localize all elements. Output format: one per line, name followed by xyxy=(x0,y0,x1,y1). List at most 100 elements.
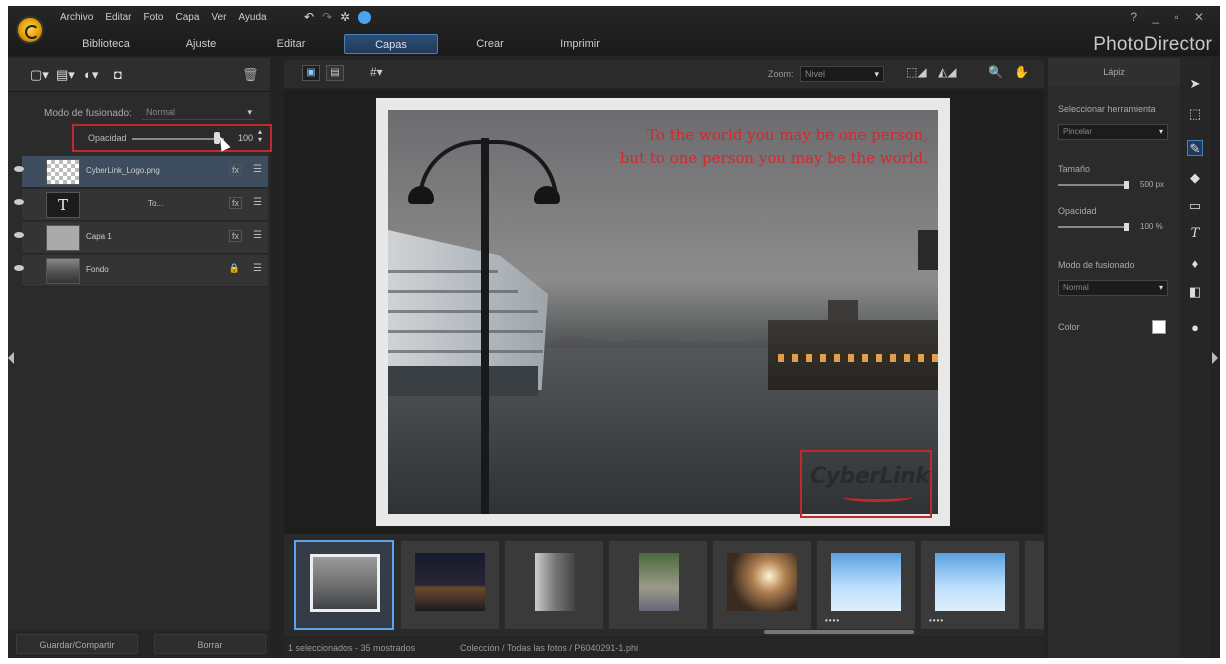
flip-icon[interactable]: ◭◢ xyxy=(938,65,956,79)
menu-capa[interactable]: Capa xyxy=(176,12,200,23)
editing-canvas[interactable]: To the world you may be one person, but … xyxy=(284,90,1044,534)
save-share-button[interactable]: Guardar/Compartir xyxy=(16,634,138,654)
menu-ayuda[interactable]: Ayuda xyxy=(238,12,266,23)
tab-crear[interactable]: Crear xyxy=(468,34,512,54)
menu-archivo[interactable]: Archivo xyxy=(60,12,93,23)
thumb-image xyxy=(639,553,679,611)
layer-options-icon[interactable]: ☰ xyxy=(253,230,262,241)
size-slider-handle[interactable] xyxy=(1124,181,1129,189)
app-logo-icon[interactable] xyxy=(16,16,44,44)
opacity-slider[interactable] xyxy=(1058,226,1128,228)
filmstrip-thumb[interactable] xyxy=(712,540,812,630)
gradient-icon[interactable]: ◧ xyxy=(1187,284,1203,300)
mask-icon[interactable]: ◐▾ xyxy=(84,67,98,83)
settings-icon[interactable]: ✲ xyxy=(340,10,350,24)
visibility-eye-icon[interactable] xyxy=(14,232,24,238)
filmstrip-thumb[interactable] xyxy=(504,540,604,630)
mode-tabs: Biblioteca Ajuste Editar Capas Crear Imp… xyxy=(60,34,620,54)
pier-lights xyxy=(778,354,938,362)
tab-imprimir[interactable]: Imprimir xyxy=(546,34,614,54)
filmstrip-thumb[interactable]: •••• xyxy=(816,540,916,630)
menu-editar[interactable]: Editar xyxy=(105,12,131,23)
layer-list-icon[interactable]: ▤▾ xyxy=(56,67,75,83)
layer-fx-icon[interactable]: fx xyxy=(228,197,242,209)
filmstrip-thumb[interactable] xyxy=(294,540,394,630)
pan-hand-icon[interactable]: ✋ xyxy=(1014,65,1029,79)
redo-icon[interactable]: ↷ xyxy=(322,10,332,24)
eraser-icon[interactable]: ◆ xyxy=(1187,170,1203,186)
visibility-eye-icon[interactable] xyxy=(14,199,24,205)
zoom-tool-icon[interactable]: 🔍 xyxy=(988,65,1003,79)
grid-icon[interactable]: #▾ xyxy=(370,65,383,79)
layer-options-icon[interactable]: ☰ xyxy=(253,263,262,274)
cyberlink-logo-layer[interactable]: CyberLink xyxy=(800,450,932,518)
lock-icon[interactable]: 🔒 xyxy=(227,263,242,274)
thumb-image xyxy=(310,554,380,612)
layer-row-logo[interactable]: CyberLink_Logo.png fx ☰ xyxy=(14,156,268,188)
cyberlink-cloud-icon[interactable] xyxy=(358,11,372,24)
single-view-icon[interactable]: ▣ xyxy=(302,65,320,81)
pointer-icon[interactable]: ➤ xyxy=(1187,76,1203,92)
undo-icon[interactable]: ↶ xyxy=(304,10,314,24)
opacity-slider[interactable] xyxy=(132,138,224,140)
opacity-value[interactable]: 100 xyxy=(238,133,253,143)
color-swatch[interactable] xyxy=(1152,320,1166,334)
layer-row-capa1[interactable]: Capa 1 fx ☰ xyxy=(14,222,268,254)
filmstrip-thumb[interactable] xyxy=(400,540,500,630)
text-tool-icon[interactable]: T xyxy=(1187,226,1203,242)
size-slider[interactable] xyxy=(1058,184,1128,186)
zoom-value: Nivel xyxy=(805,69,826,79)
zoom-select[interactable]: Nivel ▾ xyxy=(800,66,884,82)
filmstrip-scrollbar[interactable] xyxy=(764,630,914,634)
view-toolbar: ▣ ▤ #▾ Zoom: Nivel ▾ ⬚◢ ◭◢ 🔍 ✋ xyxy=(284,60,1044,88)
tab-ajuste[interactable]: Ajuste xyxy=(166,34,236,54)
menu-foto[interactable]: Foto xyxy=(143,12,163,23)
collapse-left-icon[interactable] xyxy=(8,352,14,364)
rectangle-icon[interactable]: ▭ xyxy=(1187,198,1203,214)
square-layer-icon[interactable]: ◘ xyxy=(114,67,122,82)
layer-fx-icon[interactable]: fx xyxy=(228,164,242,176)
chevron-down-icon: ▾ xyxy=(1158,283,1163,292)
layers-toolbar: ▢▾ ▤▾ ◐▾ ◘ 🗑 xyxy=(8,58,270,92)
layer-row-text[interactable]: T To... fx ☰ xyxy=(14,189,268,221)
blend-mode-select[interactable]: Normal ▾ xyxy=(142,104,254,120)
layer-thumbnail xyxy=(46,258,80,284)
visibility-eye-icon[interactable] xyxy=(14,166,24,172)
new-layer-icon[interactable]: ▢▾ xyxy=(30,67,49,83)
filmstrip-thumb[interactable] xyxy=(608,540,708,630)
layer-options-icon[interactable]: ☰ xyxy=(253,164,262,175)
layer-options-icon[interactable]: ☰ xyxy=(253,197,262,208)
layer-row-background[interactable]: Fondo 🔒 ☰ xyxy=(14,255,268,287)
window-controls[interactable]: ? _ ▫ ✕ xyxy=(1130,10,1210,24)
menu-ver[interactable]: Ver xyxy=(211,12,226,23)
trash-icon[interactable]: 🗑 xyxy=(242,67,259,83)
delete-button[interactable]: Borrar xyxy=(154,634,266,654)
tab-editar[interactable]: Editar xyxy=(266,34,316,54)
selection-brush-icon[interactable]: ⬚ xyxy=(1187,106,1203,122)
blur-drop-icon[interactable]: ● xyxy=(1187,320,1203,336)
quote-line-2: but to one person you may be the world. xyxy=(619,149,928,167)
compare-view-icon[interactable]: ▤ xyxy=(326,65,344,81)
quote-text[interactable]: To the world you may be one person, but … xyxy=(568,124,928,170)
layer-fx-icon[interactable]: fx xyxy=(228,230,242,242)
chevron-down-icon: ▾ xyxy=(247,107,252,117)
filmstrip-thumb[interactable]: •••• xyxy=(920,540,1020,630)
pencil-icon[interactable]: ✎ xyxy=(1187,140,1203,156)
tab-biblioteca[interactable]: Biblioteca xyxy=(66,34,146,54)
select-tool-select[interactable]: Pincelar ▾ xyxy=(1058,124,1168,140)
blend-mode-select[interactable]: Normal ▾ xyxy=(1058,280,1168,296)
paint-bucket-icon[interactable]: ♦ xyxy=(1187,256,1203,272)
status-path: Colección / Todas las fotos / P6040291-1… xyxy=(460,643,638,653)
collapse-right-icon[interactable] xyxy=(1212,352,1218,364)
cyberlink-logo-text: CyberLink xyxy=(810,464,930,489)
select-tool-label: Seleccionar herramienta xyxy=(1058,104,1156,114)
layer-name: To... xyxy=(148,199,164,208)
tab-capas[interactable]: Capas xyxy=(344,34,438,54)
opacity-spinner-icon[interactable]: ▴ ▾ xyxy=(258,128,262,144)
opacity-slider-handle[interactable] xyxy=(1124,223,1129,231)
filmstrip-thumb[interactable] xyxy=(1024,540,1044,630)
fit-view-icon[interactable]: ⬚◢ xyxy=(906,65,927,79)
visibility-eye-icon[interactable] xyxy=(14,265,24,271)
mouse-cursor-icon xyxy=(215,134,231,152)
thumb-image xyxy=(831,553,901,611)
